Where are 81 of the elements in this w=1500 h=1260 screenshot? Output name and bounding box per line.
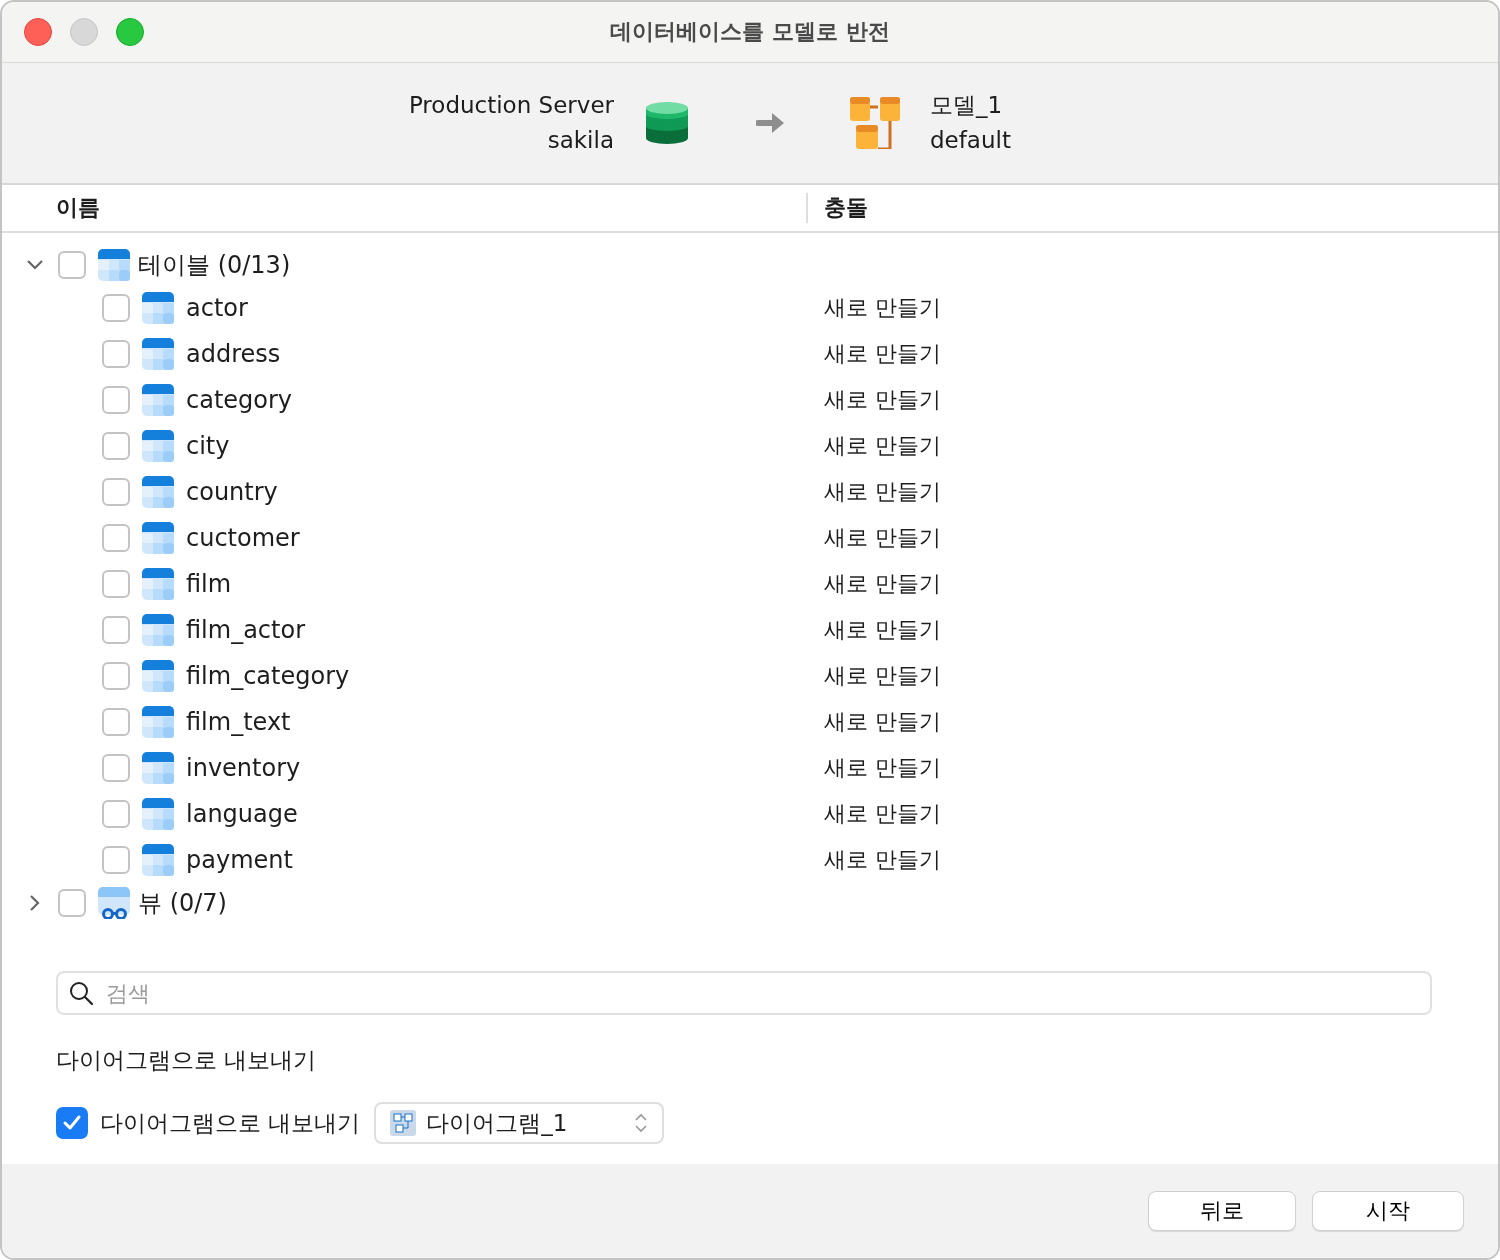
checkbox[interactable]	[102, 708, 130, 736]
conflict-action: 새로 만들기	[824, 662, 941, 690]
zoom-button[interactable]	[116, 18, 144, 46]
column-header[interactable]: 이름	[2, 193, 806, 223]
checkbox[interactable]	[102, 846, 130, 874]
database-icon	[646, 102, 688, 144]
table-icon	[98, 249, 130, 281]
table-name[interactable]: inventory	[186, 754, 301, 782]
up-down-chevron-icon	[634, 1113, 649, 1133]
conflict-action: 새로 만들기	[824, 294, 941, 322]
table-icon	[142, 614, 174, 646]
table-name[interactable]: film_category	[186, 662, 350, 690]
search-field[interactable]: 검색	[56, 971, 1432, 1015]
checkbox[interactable]	[102, 294, 130, 322]
table-name[interactable]: city	[186, 432, 230, 460]
table-icon	[142, 522, 174, 554]
checkbox[interactable]	[102, 524, 130, 552]
table-name[interactable]: country	[186, 478, 278, 506]
checkbox[interactable]	[102, 478, 130, 506]
table-name[interactable]: cuctomer	[186, 524, 300, 552]
checkbox-label[interactable]: 다이어그램으로 내보내기	[100, 1107, 361, 1139]
table-icon	[142, 706, 174, 738]
conflict-action: 새로 만들기	[824, 800, 941, 828]
table-name[interactable]: film	[186, 570, 232, 598]
dialog-button[interactable]: 뒤로	[1148, 1191, 1296, 1231]
table-icon	[142, 476, 174, 508]
checkbox[interactable]	[58, 251, 86, 279]
conflict-action: 새로 만들기	[824, 478, 941, 506]
table-icon	[142, 568, 174, 600]
table-icon	[142, 384, 174, 416]
checkbox[interactable]	[102, 754, 130, 782]
column-header[interactable]: 충돌	[806, 193, 868, 223]
checkbox[interactable]	[102, 340, 130, 368]
checkbox[interactable]	[102, 432, 130, 460]
window-title: 데이터베이스를 모델로 반전	[610, 18, 890, 46]
search-icon	[69, 981, 94, 1006]
connection-name: Production Server	[407, 91, 614, 120]
conflict-action: 새로 만들기	[824, 386, 941, 414]
table-name[interactable]: actor	[186, 294, 248, 322]
model-name: 모델_1	[930, 91, 1004, 120]
checkbox[interactable]	[102, 662, 130, 690]
checkbox[interactable]	[58, 889, 86, 917]
model-diagram-icon	[850, 97, 900, 149]
section-label: 다이어그램으로 내보내기	[56, 1046, 318, 1075]
conflict-action: 새로 만들기	[824, 570, 941, 598]
table-icon	[142, 752, 174, 784]
group-label[interactable]: 뷰 (0/7)	[138, 887, 227, 919]
table-icon	[142, 844, 174, 876]
conflict-action: 새로 만들기	[824, 432, 941, 460]
conflict-action: 새로 만들기	[824, 754, 941, 782]
table-icon	[142, 338, 174, 370]
checkbox[interactable]	[102, 616, 130, 644]
table-icon	[142, 430, 174, 462]
minimize-button[interactable]	[70, 18, 98, 46]
table-name[interactable]: address	[186, 340, 281, 368]
view-icon	[98, 887, 130, 919]
group-label[interactable]: 테이블 (0/13)	[138, 249, 291, 281]
schema-name: default	[930, 126, 1011, 155]
dialog-button[interactable]: 시작	[1312, 1191, 1464, 1231]
table-name[interactable]: film_text	[186, 708, 291, 736]
checkbox[interactable]	[102, 800, 130, 828]
table-name[interactable]: payment	[186, 846, 293, 874]
conflict-action: 새로 만들기	[824, 708, 941, 736]
checkbox[interactable]	[102, 386, 130, 414]
table-name[interactable]: film_actor	[186, 616, 306, 644]
table-name[interactable]: language	[186, 800, 298, 828]
table-name[interactable]: category	[186, 386, 293, 414]
conflict-action: 새로 만들기	[824, 616, 941, 644]
database-name: sakila	[546, 126, 614, 155]
table-icon	[142, 292, 174, 324]
diagram-dropdown[interactable]: 다이어그램_1	[374, 1102, 665, 1144]
table-icon	[142, 660, 174, 692]
checkbox[interactable]	[102, 570, 130, 598]
conflict-action: 새로 만들기	[824, 846, 941, 874]
table-icon	[142, 798, 174, 830]
close-button[interactable]	[24, 18, 52, 46]
checkbox[interactable]	[56, 1107, 88, 1139]
conflict-action: 새로 만들기	[824, 524, 941, 552]
conflict-action: 새로 만들기	[824, 340, 941, 368]
arrow-right-icon	[756, 110, 786, 136]
diagram-icon	[390, 1110, 417, 1136]
